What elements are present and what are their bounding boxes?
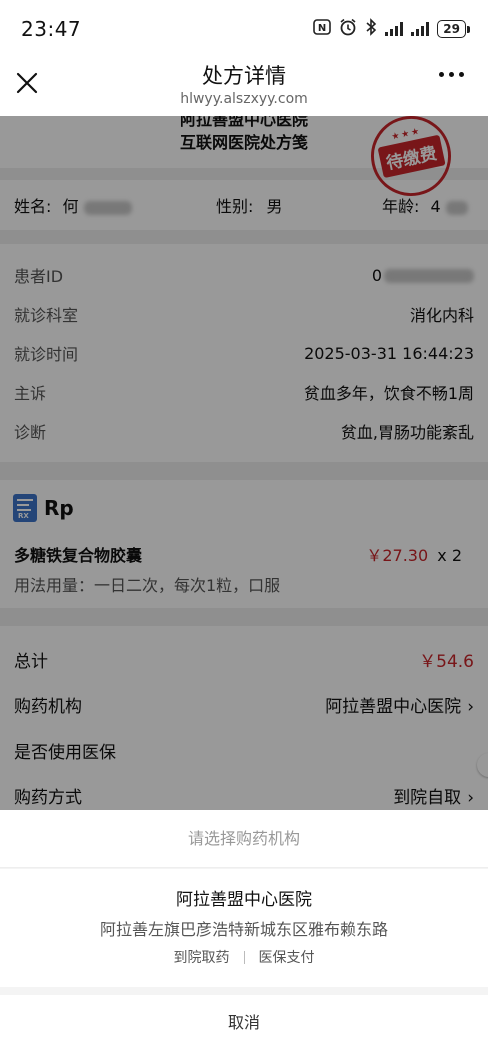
sheet-title: 请选择购药机构 — [0, 810, 488, 868]
modal-overlay[interactable] — [0, 116, 488, 810]
option-address: 阿拉善左旗巴彦浩特新城东区雅布赖东路 — [99, 920, 388, 939]
battery-icon: 29 — [437, 20, 470, 38]
page-title: 处方详情 — [202, 64, 286, 88]
option-tag: 到院取药 — [173, 950, 230, 966]
page-url: hlwyy.alszxyy.com — [180, 91, 308, 107]
bluetooth-icon — [365, 18, 377, 40]
status-time: 23:47 — [21, 17, 82, 41]
status-icons: N 29 — [313, 18, 470, 40]
pharmacy-picker-sheet: 请选择购药机构 阿拉善盟中心医院 阿拉善左旗巴彦浩特新城东区雅布赖东路 到院取药… — [0, 810, 488, 1051]
title-bar: 处方详情 hlwyy.alszxyy.com — [0, 58, 488, 116]
tag-divider — [243, 950, 245, 964]
cancel-button[interactable]: 取消 — [0, 995, 488, 1051]
more-icon[interactable] — [439, 72, 464, 77]
option-name: 阿拉善盟中心医院 — [176, 890, 312, 910]
alarm-icon — [339, 18, 357, 40]
option-tag: 医保支付 — [258, 950, 315, 966]
svg-text:N: N — [318, 23, 326, 34]
battery-level: 29 — [437, 20, 466, 38]
signal-icon — [385, 22, 404, 36]
pharmacy-option[interactable]: 阿拉善盟中心医院 阿拉善左旗巴彦浩特新城东区雅布赖东路 到院取药 医保支付 — [0, 869, 488, 987]
nfc-icon: N — [313, 19, 332, 39]
option-tags: 到院取药 医保支付 — [0, 947, 488, 967]
signal-icon — [411, 22, 430, 36]
status-bar: 23:47 N 29 — [0, 0, 488, 58]
